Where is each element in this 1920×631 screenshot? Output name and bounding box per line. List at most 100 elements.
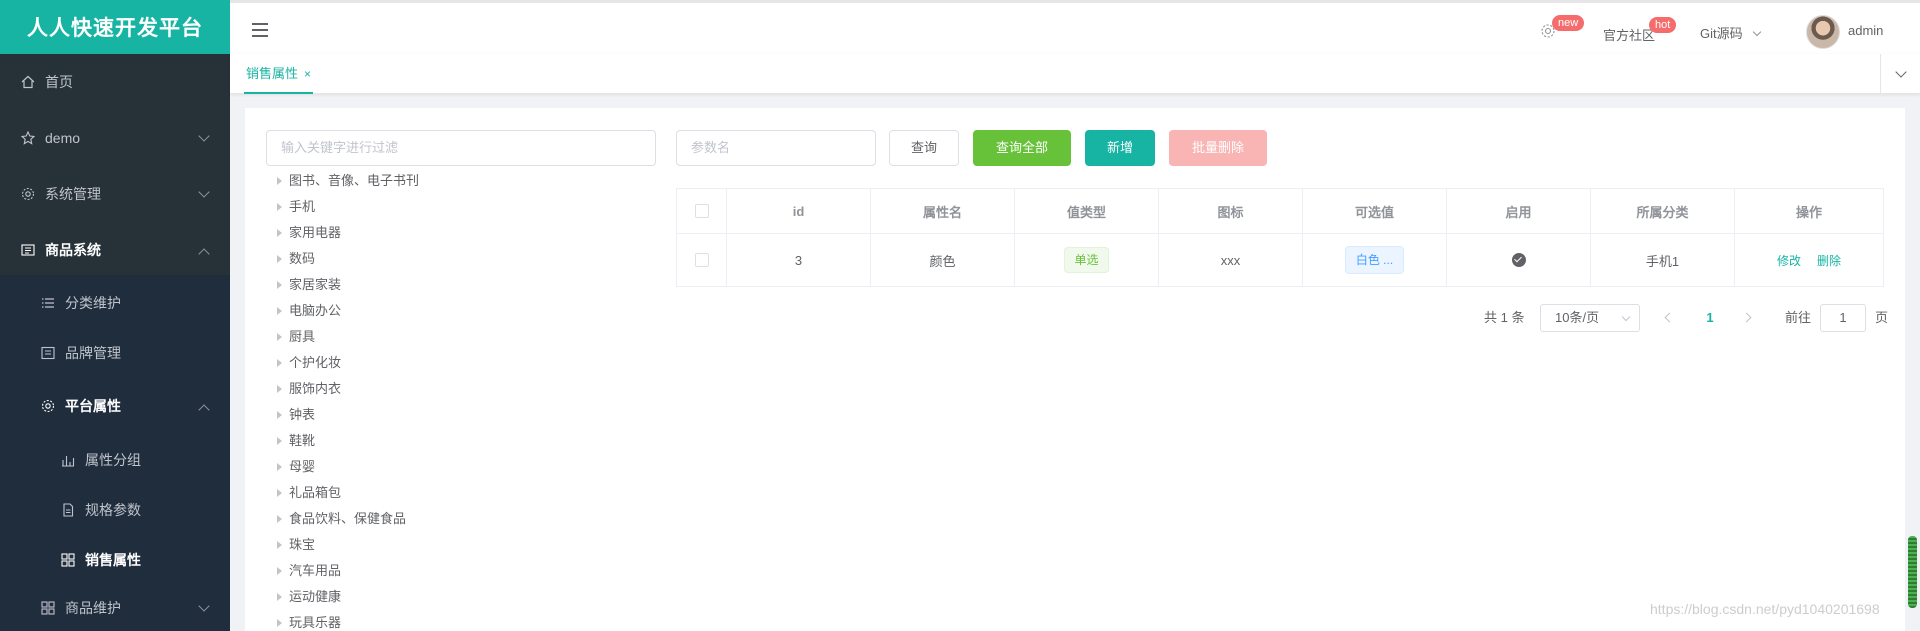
query-all-button[interactable]: 查询全部 bbox=[973, 130, 1071, 166]
attr-table: id 属性名 值类型 图标 可选值 启用 所属分类 操作 3 颜色 单选 xxx… bbox=[676, 188, 1884, 287]
check-circle-icon bbox=[1511, 253, 1526, 267]
chevron-up-icon bbox=[198, 248, 210, 260]
cell-name: 颜色 bbox=[871, 234, 1015, 286]
page-size-select[interactable]: 10条/页 bbox=[1540, 304, 1640, 332]
sidebar-item-product-system[interactable]: 商品系统 bbox=[0, 222, 230, 278]
username[interactable]: admin bbox=[1848, 23, 1883, 38]
batch-delete-button[interactable]: 批量删除 bbox=[1169, 130, 1267, 166]
tree-node[interactable]: 母婴 bbox=[275, 454, 655, 480]
value-type-tag: 单选 bbox=[1064, 247, 1109, 273]
tree-node[interactable]: 汽车用品 bbox=[275, 558, 655, 584]
tree-node[interactable]: 鞋靴 bbox=[275, 428, 655, 454]
column-header: 图标 bbox=[1159, 189, 1303, 233]
chevron-down-icon bbox=[198, 130, 210, 142]
sidebar-item-label: demo bbox=[45, 130, 81, 146]
chevron-down-icon bbox=[1894, 66, 1907, 78]
column-header: 属性名 bbox=[871, 189, 1015, 233]
sidebar-item-demo[interactable]: demo bbox=[0, 110, 230, 166]
sidebar-item-system[interactable]: 系统管理 bbox=[0, 166, 230, 222]
prev-page-icon[interactable] bbox=[1664, 312, 1675, 323]
sidebar-item-category[interactable]: 分类维护 bbox=[0, 275, 230, 331]
chevron-down-icon bbox=[1753, 27, 1762, 37]
tree-node[interactable]: 图书、音像、电子书刊 bbox=[275, 168, 655, 194]
tab-sale-attr[interactable]: 销售属性 × bbox=[244, 54, 314, 94]
git-label: Git源码 bbox=[1700, 26, 1743, 41]
category-tree: 图书、音像、电子书刊 手机 家用电器 数码 家居家装 电脑办公 厨具 个护化妆 … bbox=[275, 168, 655, 631]
community-link[interactable]: 官方社区 hot bbox=[1603, 17, 1677, 44]
cell-value-type: 单选 bbox=[1015, 234, 1159, 286]
hot-badge: hot bbox=[1649, 17, 1677, 33]
close-icon[interactable]: × bbox=[304, 67, 311, 81]
new-badge: new bbox=[1552, 15, 1585, 31]
main-card: 输入关键字进行过滤 图书、音像、电子书刊 手机 家用电器 数码 家居家装 电脑办… bbox=[245, 108, 1905, 631]
grid-icon bbox=[40, 600, 56, 616]
gear-icon bbox=[40, 398, 56, 414]
options-tag[interactable]: 白色 ... bbox=[1344, 246, 1405, 274]
param-name-input[interactable]: 参数名 bbox=[676, 130, 876, 166]
settings-button[interactable]: new bbox=[1540, 15, 1585, 42]
goto-page-input[interactable]: 1 bbox=[1820, 304, 1866, 332]
brand-icon bbox=[40, 345, 56, 361]
cell-enabled bbox=[1447, 234, 1591, 286]
tabs-dropdown-button[interactable] bbox=[1880, 54, 1920, 94]
chevron-up-icon bbox=[198, 404, 210, 416]
scrollbar[interactable] bbox=[1908, 536, 1917, 608]
brand-logo: 人人快速开发平台 bbox=[0, 0, 230, 54]
tree-node[interactable]: 个护化妆 bbox=[275, 350, 655, 376]
git-dropdown[interactable]: Git源码 bbox=[1700, 23, 1762, 42]
delete-link[interactable]: 删除 bbox=[1817, 252, 1841, 269]
home-icon bbox=[20, 74, 36, 90]
tree-node[interactable]: 服饰内衣 bbox=[275, 376, 655, 402]
tree-node[interactable]: 珠宝 bbox=[275, 532, 655, 558]
column-header: 启用 bbox=[1447, 189, 1591, 233]
gear-icon bbox=[20, 186, 36, 202]
edit-link[interactable]: 修改 bbox=[1777, 252, 1801, 269]
current-page[interactable]: 1 bbox=[1700, 304, 1720, 332]
grid-icon bbox=[60, 552, 76, 568]
tree-node[interactable]: 钟表 bbox=[275, 402, 655, 428]
cell-category: 手机1 bbox=[1591, 234, 1735, 286]
sidebar-item-brand[interactable]: 品牌管理 bbox=[0, 325, 230, 381]
sidebar-item-label: 销售属性 bbox=[85, 552, 141, 568]
sidebar: 人人快速开发平台 首页 demo 系统管理 商品系统 分类维护 品牌管理 平台属… bbox=[0, 0, 230, 631]
tree-node[interactable]: 食品饮料、保健食品 bbox=[275, 506, 655, 532]
tree-node[interactable]: 礼品箱包 bbox=[275, 480, 655, 506]
sidebar-item-platform-attr[interactable]: 平台属性 bbox=[0, 378, 230, 434]
tree-node[interactable]: 运动健康 bbox=[275, 584, 655, 610]
next-page-icon[interactable] bbox=[1741, 312, 1752, 323]
column-header: 值类型 bbox=[1015, 189, 1159, 233]
select-all-checkbox[interactable] bbox=[694, 204, 709, 218]
tree-node[interactable]: 玩具乐器 bbox=[275, 610, 655, 631]
cell-id: 3 bbox=[727, 234, 871, 286]
row-select-cell bbox=[677, 234, 727, 286]
cell-options: 白色 ... bbox=[1303, 234, 1447, 286]
query-button[interactable]: 查询 bbox=[889, 130, 959, 166]
tree-node[interactable]: 手机 bbox=[275, 194, 655, 220]
sidebar-item-product-maintain[interactable]: 商品维护 bbox=[0, 584, 230, 631]
tree-node[interactable]: 厨具 bbox=[275, 324, 655, 350]
menu-toggle-icon[interactable] bbox=[252, 23, 268, 37]
sidebar-item-attr-group[interactable]: 属性分组 bbox=[0, 432, 230, 488]
add-button[interactable]: 新增 bbox=[1085, 130, 1155, 166]
tree-node[interactable]: 数码 bbox=[275, 246, 655, 272]
sidebar-item-spec-params[interactable]: 规格参数 bbox=[0, 482, 230, 538]
page-size-value: 10条/页 bbox=[1555, 310, 1600, 325]
tree-filter-input[interactable]: 输入关键字进行过滤 bbox=[266, 130, 656, 166]
row-checkbox[interactable] bbox=[694, 253, 709, 267]
watermark: https://blog.csdn.net/pyd1040201698 bbox=[1650, 601, 1880, 617]
column-header: 所属分类 bbox=[1591, 189, 1735, 233]
sidebar-item-label: 分类维护 bbox=[65, 295, 121, 311]
tree-node[interactable]: 电脑办公 bbox=[275, 298, 655, 324]
chevron-down-icon bbox=[198, 600, 210, 612]
community-label: 官方社区 bbox=[1603, 28, 1656, 43]
column-header: 操作 bbox=[1795, 204, 1822, 220]
avatar[interactable] bbox=[1806, 15, 1840, 49]
tree-node[interactable]: 家居家装 bbox=[275, 272, 655, 298]
sidebar-item-label: 系统管理 bbox=[45, 186, 101, 202]
sidebar-item-home[interactable]: 首页 bbox=[0, 54, 230, 110]
sidebar-item-label: 规格参数 bbox=[85, 502, 141, 518]
tree-node[interactable]: 家用电器 bbox=[275, 220, 655, 246]
sidebar-item-label: 商品系统 bbox=[45, 242, 101, 258]
sidebar-item-sale-attr[interactable]: 销售属性 bbox=[0, 532, 230, 588]
star-icon bbox=[20, 130, 36, 146]
